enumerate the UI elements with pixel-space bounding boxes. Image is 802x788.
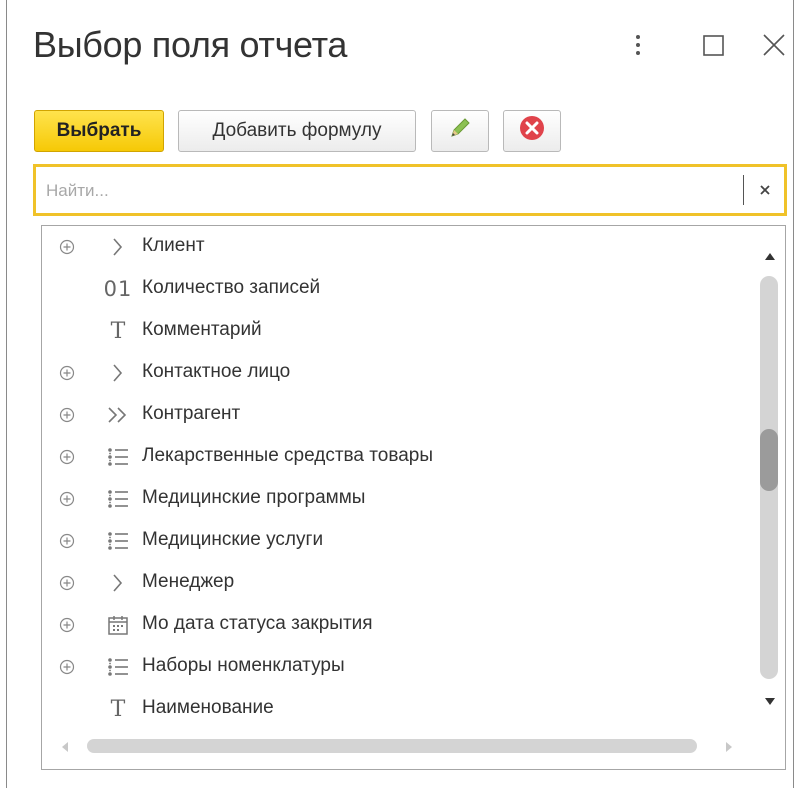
calendar-icon bbox=[104, 611, 132, 639]
list-icon bbox=[104, 485, 132, 513]
vertical-scroll-thumb[interactable] bbox=[760, 429, 778, 491]
maximize-icon[interactable] bbox=[699, 30, 729, 60]
scroll-right-arrow-icon[interactable] bbox=[724, 740, 734, 758]
tree-row-label: Лекарственные средства товары bbox=[142, 445, 433, 466]
tree-row-label: Контактное лицо bbox=[142, 361, 291, 382]
expand-plus-icon[interactable] bbox=[58, 490, 76, 508]
dialog-title: Выбор поля отчета bbox=[33, 24, 348, 65]
tree-row[interactable]: Наборы номенклатуры bbox=[42, 646, 742, 688]
field-tree[interactable]: Клиент 01 Количество записей T Комментарий Ко… bbox=[41, 225, 786, 770]
tree-row-label: Медицинские программы bbox=[142, 487, 366, 508]
delete-circle-icon bbox=[518, 114, 546, 148]
tree-row[interactable]: Контрагент bbox=[42, 394, 742, 436]
expand-plus-icon[interactable] bbox=[58, 448, 76, 466]
tree-row[interactable]: Медицинские программы bbox=[42, 478, 742, 520]
expand-plus-icon[interactable] bbox=[58, 364, 76, 382]
tree-row-label: Количество записей bbox=[142, 277, 321, 298]
delete-button[interactable] bbox=[503, 110, 561, 152]
reference-icon bbox=[104, 233, 132, 261]
tree-row-label: Комментарий bbox=[142, 319, 262, 340]
expand-plus-icon[interactable] bbox=[58, 616, 76, 634]
reference-icon bbox=[104, 359, 132, 387]
horizontal-scroll-thumb[interactable] bbox=[87, 739, 697, 753]
search-separator bbox=[743, 175, 744, 205]
tree-row[interactable]: Менеджер bbox=[42, 562, 742, 604]
scroll-left-arrow-icon[interactable] bbox=[60, 740, 70, 758]
clear-icon[interactable] bbox=[753, 177, 777, 203]
expand-plus-icon[interactable] bbox=[58, 658, 76, 676]
list-icon bbox=[104, 653, 132, 681]
text-icon: T bbox=[110, 696, 126, 722]
tree-row-label: Менеджер bbox=[142, 571, 235, 592]
reference-icon bbox=[104, 569, 132, 597]
expand-plus-icon[interactable] bbox=[58, 406, 76, 424]
tree-row-label: Медицинские услуги bbox=[142, 529, 324, 550]
edit-button[interactable] bbox=[431, 110, 489, 152]
add-formula-button[interactable]: Добавить формулу bbox=[178, 110, 416, 152]
tree-row-label: Мо дата статуса закрытия bbox=[142, 613, 373, 634]
pencil-icon bbox=[447, 115, 473, 147]
tree-row-label: Клиент bbox=[142, 235, 205, 256]
scroll-up-arrow-icon[interactable] bbox=[764, 248, 776, 266]
tree-row[interactable]: Мо дата статуса закрытия bbox=[42, 604, 742, 646]
expand-plus-icon[interactable] bbox=[58, 574, 76, 592]
tree-row-label: Наименование bbox=[142, 697, 274, 718]
close-icon[interactable] bbox=[759, 30, 789, 60]
text-icon: T bbox=[110, 318, 126, 344]
tree-row[interactable]: Контактное лицо bbox=[42, 352, 742, 394]
vertical-scrollbar[interactable] bbox=[755, 226, 785, 726]
list-icon bbox=[104, 527, 132, 555]
list-icon bbox=[104, 443, 132, 471]
tree-row[interactable]: T Комментарий bbox=[42, 310, 742, 352]
more-vertical-icon[interactable] bbox=[623, 30, 653, 60]
tree-row-label: Наборы номенклатуры bbox=[142, 655, 345, 676]
tree-row-label: Контрагент bbox=[142, 403, 241, 424]
tree-row[interactable]: Лекарственные средства товары bbox=[42, 436, 742, 478]
scroll-down-arrow-icon[interactable] bbox=[764, 694, 776, 712]
report-field-selection-dialog: Выбор поля отчета Выбрать Добавить форму… bbox=[6, 0, 794, 788]
expand-plus-icon[interactable] bbox=[58, 532, 76, 550]
search-field bbox=[33, 164, 787, 216]
tree-row[interactable]: Клиент bbox=[42, 226, 742, 268]
search-input[interactable] bbox=[44, 173, 738, 209]
select-button[interactable]: Выбрать bbox=[34, 110, 164, 152]
tree-row[interactable]: Медицинские услуги bbox=[42, 520, 742, 562]
number-icon: 01 bbox=[103, 277, 133, 301]
tree-row[interactable]: T Наименование bbox=[42, 688, 742, 730]
expand-plus-icon[interactable] bbox=[58, 238, 76, 256]
horizontal-scrollbar[interactable] bbox=[42, 729, 755, 763]
tree-row[interactable]: 01 Количество записей bbox=[42, 268, 742, 310]
composite-reference-icon bbox=[104, 401, 132, 429]
